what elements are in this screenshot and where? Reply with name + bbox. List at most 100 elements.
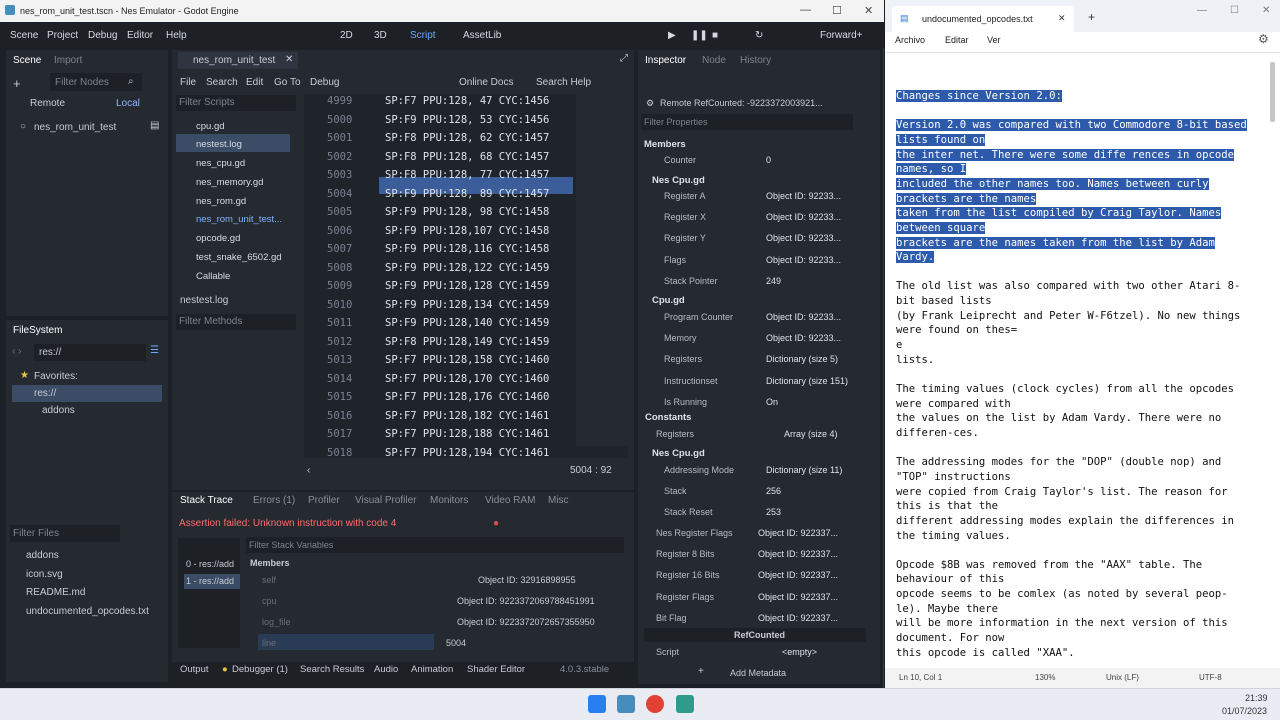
tab-misc[interactable]: Misc bbox=[548, 495, 569, 506]
notepad-taskbar-icon[interactable] bbox=[676, 695, 694, 713]
text-line[interactable]: between square bbox=[896, 221, 986, 234]
text-line[interactable]: will be more information in the next ver… bbox=[896, 617, 1228, 629]
inspector-row-script[interactable]: Script <empty> bbox=[636, 644, 858, 662]
workspace-assetlib[interactable]: AssetLib bbox=[463, 30, 501, 41]
filter-files-input[interactable]: Filter Files bbox=[10, 525, 120, 542]
scene-root-node[interactable]: nes_rom_unit_test bbox=[34, 122, 116, 133]
text-line[interactable]: e bbox=[896, 339, 902, 351]
inspector-row[interactable]: Instructionset Dictionary (size 151) bbox=[644, 373, 866, 391]
stop-icon[interactable]: ■ bbox=[712, 30, 718, 41]
fs-favorites[interactable]: Favorites: bbox=[34, 371, 78, 382]
remote-tab[interactable]: Remote bbox=[30, 98, 65, 109]
text-line[interactable]: "TOP" instructions bbox=[896, 471, 1011, 483]
inspector-row[interactable]: Addressing Mode Dictionary (size 11) bbox=[644, 462, 866, 480]
script-menu-edit[interactable]: Edit bbox=[246, 77, 263, 88]
inspector-row[interactable]: Register Flags Object ID: 922337... bbox=[636, 589, 858, 607]
text-line[interactable]: lists found on bbox=[896, 133, 986, 146]
code-line[interactable]: 5018 SP:F7 PPU:128,194 CYC:1461 bbox=[305, 447, 625, 465]
workspace-2d[interactable]: 2D bbox=[340, 30, 353, 41]
fs-addons-folder[interactable]: addons bbox=[42, 405, 75, 416]
filter-nodes-input[interactable]: Filter Nodes ⌕ bbox=[50, 73, 142, 91]
text-line[interactable]: this is that the bbox=[896, 500, 998, 512]
stack-var-value[interactable]: Object ID: 9223372072657355950 bbox=[457, 617, 595, 627]
play-icon[interactable]: ▶ bbox=[668, 30, 676, 41]
new-tab-icon[interactable]: + bbox=[1088, 10, 1095, 24]
inspector-section[interactable]: Nes Cpu.gd bbox=[652, 448, 705, 459]
text-line[interactable]: brackets are the names bbox=[896, 192, 1037, 205]
inspector-row[interactable]: Stack Reset 253 bbox=[644, 504, 866, 522]
script-menu-file[interactable]: File bbox=[180, 77, 196, 88]
menu-debug[interactable]: Debug bbox=[88, 30, 117, 41]
tab-errors[interactable]: Errors (1) bbox=[253, 495, 295, 506]
filter-methods-input[interactable]: Filter Methods bbox=[176, 314, 296, 330]
remote-object-label[interactable]: Remote RefCounted: -9223372003921... bbox=[660, 98, 823, 108]
bottom-tab-animation[interactable]: Animation bbox=[411, 664, 453, 675]
file-icon-svg[interactable]: icon.svg bbox=[26, 569, 63, 580]
text-line[interactable]: The timing values (clock cycles) from al… bbox=[896, 383, 1234, 395]
text-line[interactable]: lists. bbox=[896, 354, 934, 366]
close-tab-icon[interactable]: ✕ bbox=[285, 54, 293, 65]
pause-icon[interactable]: ❚❚ bbox=[691, 30, 708, 41]
inspector-row[interactable]: Registers Dictionary (size 5) bbox=[644, 351, 866, 369]
stack-var-value[interactable]: 5004 bbox=[446, 638, 466, 648]
script-attached-icon[interactable]: ▤ bbox=[150, 120, 159, 131]
inspector-row[interactable]: Bit Flag Object ID: 922337... bbox=[636, 610, 858, 628]
text-line[interactable]: Opcode $8B was removed from the "AAX" ta… bbox=[896, 559, 1202, 571]
inspector-constants[interactable]: Constants bbox=[645, 412, 691, 423]
text-line[interactable]: this opcode is called "XAA". bbox=[896, 647, 1075, 659]
fs-path-input[interactable]: res:// bbox=[34, 344, 146, 361]
text-line[interactable]: le). Maybe there bbox=[896, 603, 998, 615]
local-tab[interactable]: Local bbox=[116, 98, 140, 109]
text-line[interactable]: (by Frank Leiprecht and Peter W-F6tzel).… bbox=[896, 310, 1240, 322]
add-metadata-button[interactable]: Add Metadata bbox=[730, 668, 786, 678]
text-line[interactable]: were found on thes= bbox=[896, 324, 1017, 336]
text-line[interactable]: different addressing modes explain the d… bbox=[896, 515, 1234, 527]
inspector-row[interactable]: Flags Object ID: 92233... bbox=[644, 252, 866, 270]
menu-scene[interactable]: Scene bbox=[10, 30, 38, 41]
tab-video-ram[interactable]: Video RAM bbox=[485, 495, 535, 506]
text-line[interactable]: were compared with bbox=[896, 398, 1011, 410]
stack-var-value[interactable]: Object ID: 9223372069788451991 bbox=[457, 596, 595, 606]
stack-var-value[interactable]: Object ID: 32916898955 bbox=[478, 575, 576, 585]
text-line[interactable]: document. For now bbox=[896, 632, 1004, 644]
renderer-select[interactable]: Forward+ bbox=[820, 30, 863, 41]
tab-node[interactable]: Node bbox=[702, 55, 726, 66]
text-line[interactable]: the inter net. There were some diffe ren… bbox=[896, 148, 1235, 161]
tab-scene[interactable]: Scene bbox=[13, 55, 41, 66]
chrome-icon[interactable] bbox=[646, 695, 664, 713]
np-maximize-icon[interactable]: ☐ bbox=[1230, 5, 1239, 16]
online-docs-button[interactable]: Online Docs bbox=[459, 77, 513, 88]
text-line[interactable]: opcode seems to be comlex (as noted by s… bbox=[896, 588, 1228, 600]
inspector-row-counter[interactable]: Counter 0 bbox=[644, 152, 866, 170]
text-line[interactable]: Vardy. bbox=[896, 251, 935, 264]
np-menu-archivo[interactable]: Archivo bbox=[895, 35, 925, 45]
tab-inspector[interactable]: Inspector bbox=[645, 55, 686, 66]
bottom-tab-debugger[interactable]: Debugger (1) bbox=[232, 664, 288, 675]
inspector-row-const-registers[interactable]: Registers Array (size 4) bbox=[636, 426, 858, 444]
inspector-row[interactable]: Memory Object ID: 92233... bbox=[644, 330, 866, 348]
text-line[interactable]: bit based lists bbox=[896, 295, 992, 307]
file-opcodes[interactable]: undocumented_opcodes.txt bbox=[26, 606, 149, 617]
script-menu-search[interactable]: Search bbox=[206, 77, 238, 88]
bottom-tab-audio[interactable]: Audio bbox=[374, 664, 398, 675]
list-view-icon[interactable]: ☰ bbox=[150, 345, 159, 356]
start-icon[interactable] bbox=[588, 695, 606, 713]
filter-stack-input[interactable]: Filter Stack Variables bbox=[246, 537, 624, 553]
inspector-row[interactable]: Register 8 Bits Object ID: 922337... bbox=[636, 546, 858, 564]
notepad-tab[interactable]: ▤ undocumented_opcodes.txt ✕ bbox=[892, 6, 1074, 32]
refcounted-section[interactable]: RefCounted bbox=[644, 628, 866, 642]
reload-icon[interactable]: ↻ bbox=[755, 30, 763, 41]
script-menu-debug[interactable]: Debug bbox=[310, 77, 339, 88]
tab-import[interactable]: Import bbox=[54, 55, 82, 66]
stack-frame[interactable]: 0 - res://add bbox=[186, 559, 234, 569]
add-node-icon[interactable]: + bbox=[13, 76, 21, 91]
tab-profiler[interactable]: Profiler bbox=[308, 495, 340, 506]
add-metadata-icon[interactable]: + bbox=[698, 666, 704, 677]
inspector-row[interactable]: Register Y Object ID: 92233... bbox=[644, 230, 866, 248]
menu-editor[interactable]: Editor bbox=[127, 30, 153, 41]
inspector-row[interactable]: Is Running On bbox=[644, 394, 866, 412]
inspector-section[interactable]: Nes Cpu.gd bbox=[652, 175, 705, 186]
tab-stack-trace[interactable]: Stack Trace bbox=[180, 495, 233, 506]
bottom-tab-search[interactable]: Search Results bbox=[300, 664, 364, 675]
fs-res-row[interactable]: res:// bbox=[12, 385, 162, 402]
